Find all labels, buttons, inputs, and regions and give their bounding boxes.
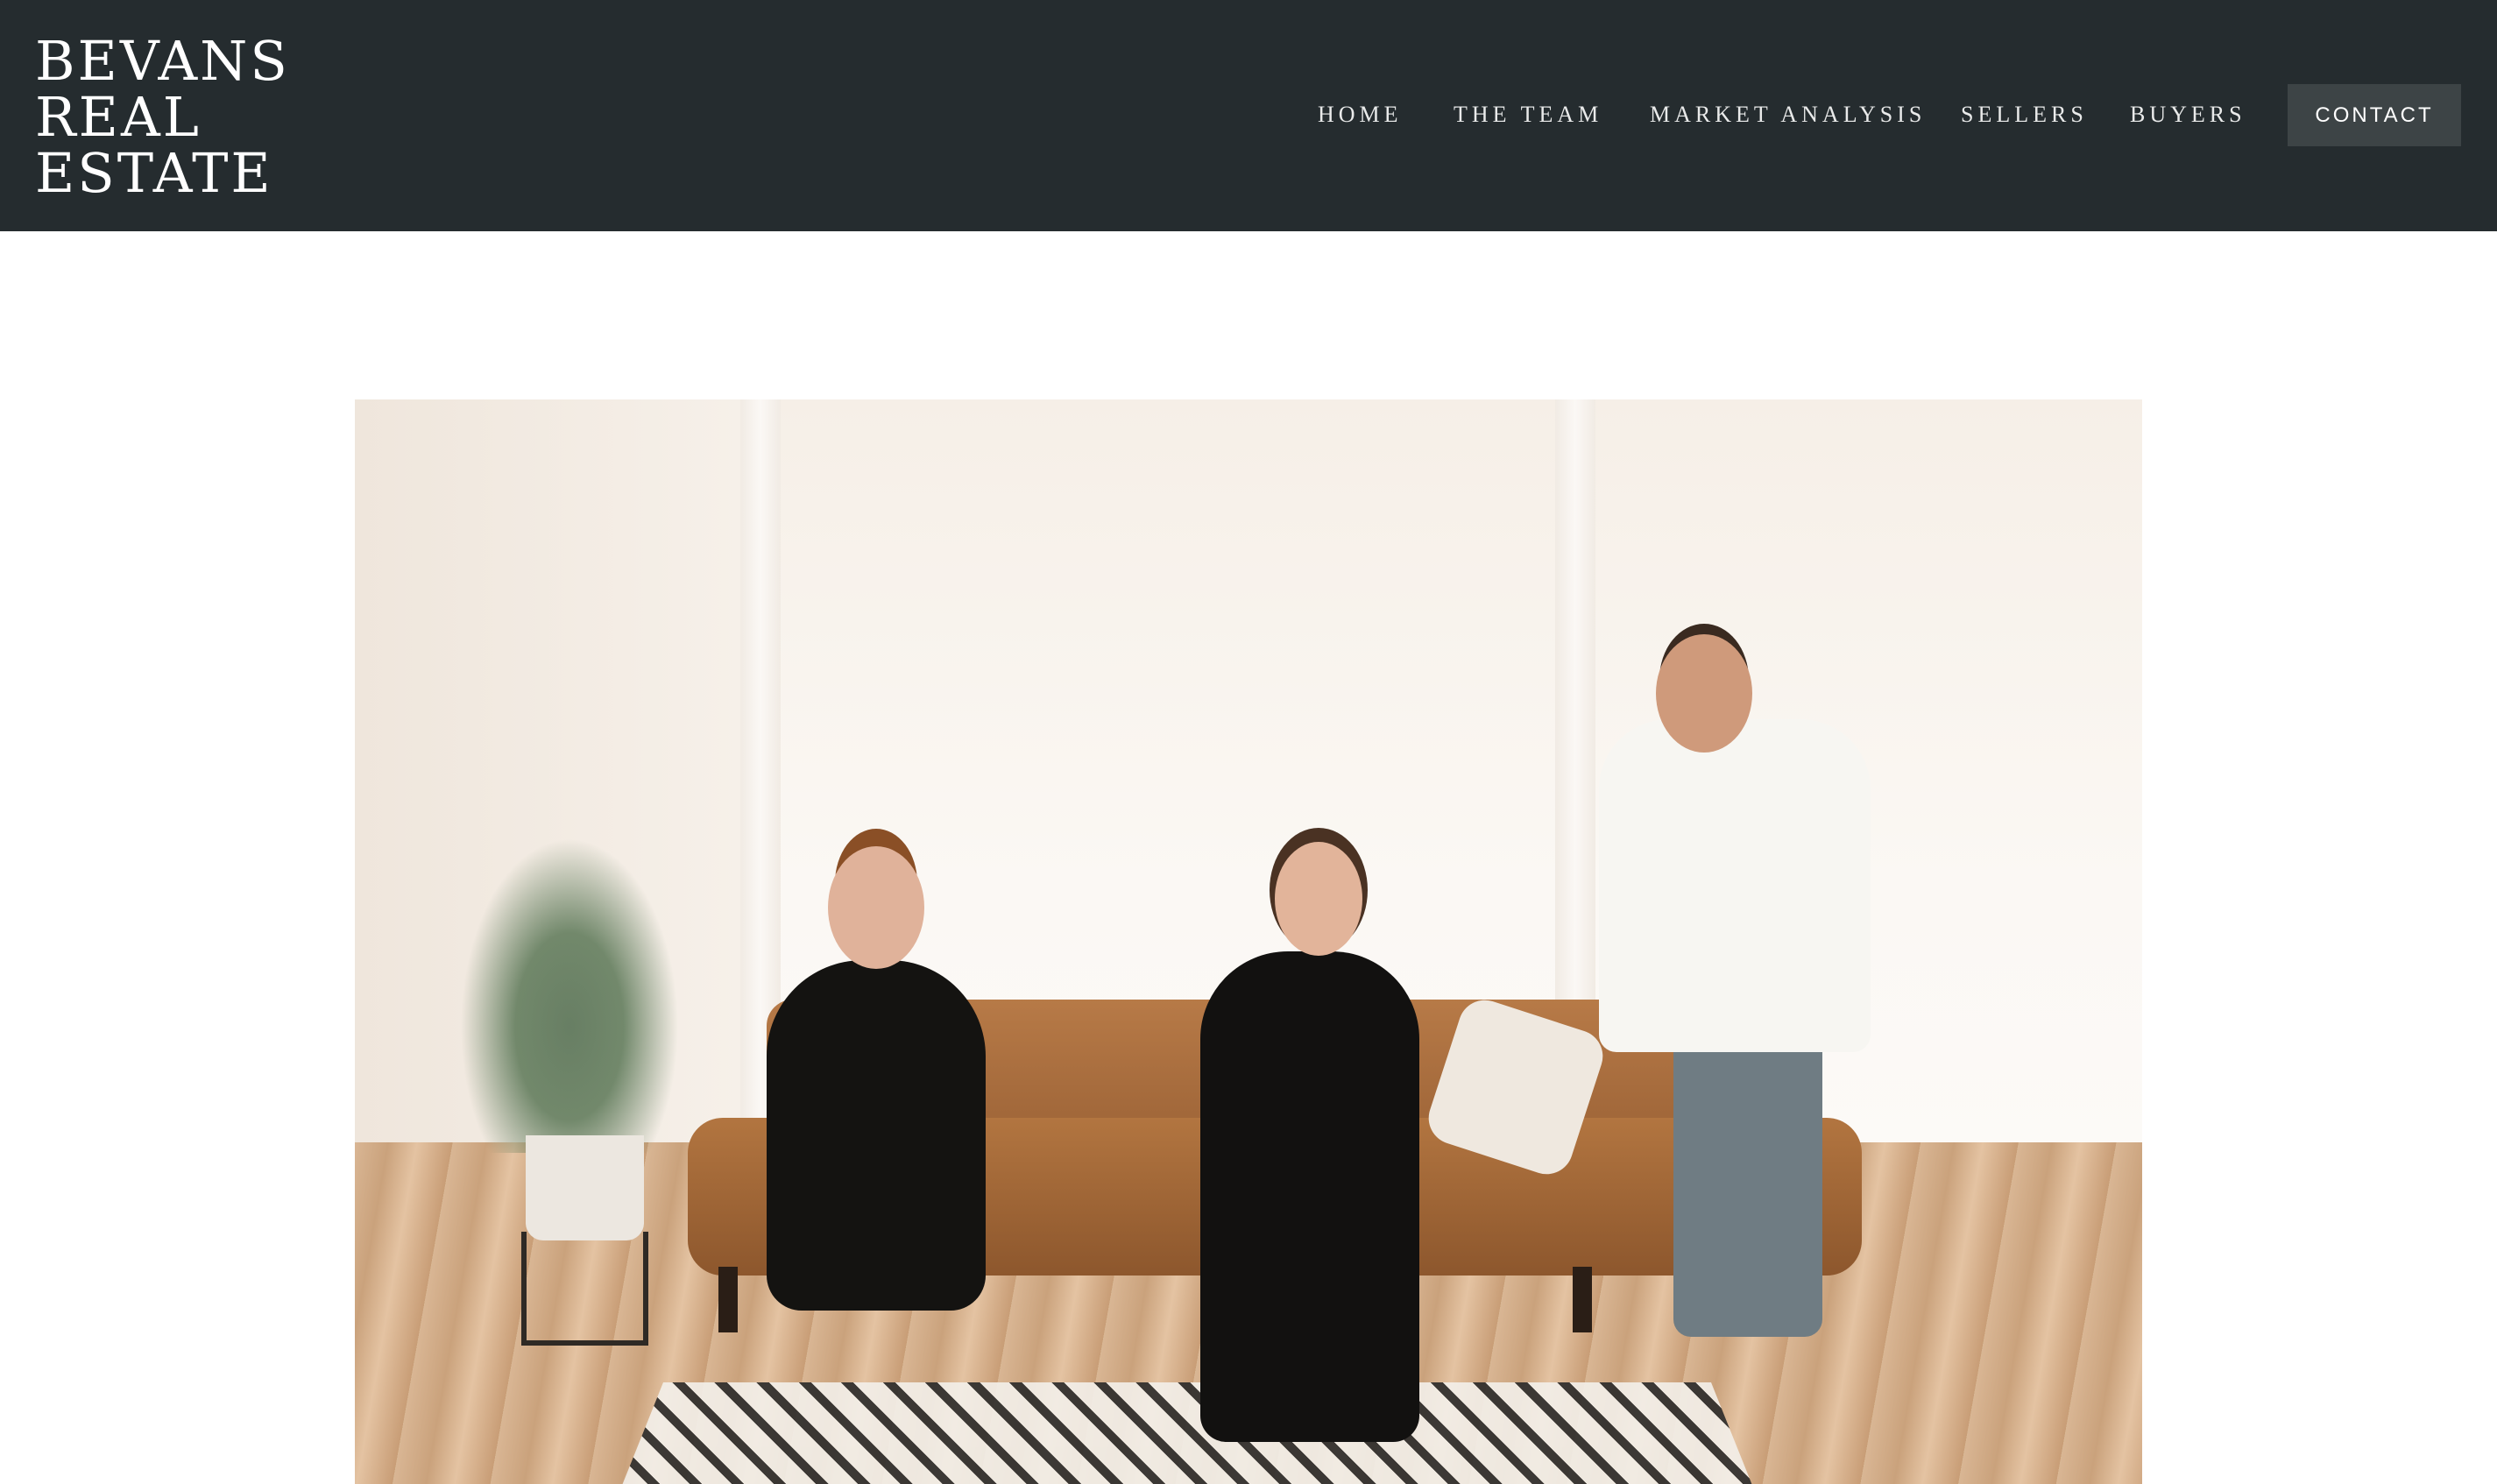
site-header: BEVANS REAL ESTATE HOME THE TEAM MARKET … bbox=[0, 0, 2497, 231]
logo-line-1: BEVANS bbox=[35, 29, 290, 93]
logo-line-2: REAL bbox=[35, 85, 202, 149]
photo-person-center-body bbox=[1200, 951, 1419, 1442]
site-logo[interactable]: BEVANS REAL ESTATE bbox=[35, 33, 290, 201]
photo-person-left-head bbox=[828, 846, 924, 969]
photo-sofa-leg bbox=[718, 1267, 738, 1332]
contact-button[interactable]: CONTACT bbox=[2288, 84, 2461, 146]
photo-sofa-leg bbox=[1573, 1267, 1592, 1332]
hero-team-photo bbox=[355, 399, 2142, 1484]
photo-person-right-shirt bbox=[1599, 719, 1871, 1052]
photo-patterned-rug bbox=[618, 1382, 1757, 1484]
nav-market-analysis[interactable]: MARKET ANALYSIS bbox=[1650, 102, 1926, 128]
photo-person-right-head bbox=[1656, 634, 1752, 753]
photo-olive-plant bbox=[460, 837, 679, 1153]
nav-the-team[interactable]: THE TEAM bbox=[1454, 102, 1602, 128]
photo-person-center-head bbox=[1275, 842, 1362, 956]
nav-sellers[interactable]: SELLERS bbox=[1961, 102, 2088, 128]
nav-home[interactable]: HOME bbox=[1318, 102, 1403, 128]
photo-person-left-body bbox=[767, 960, 986, 1311]
photo-plant-pot bbox=[526, 1135, 644, 1240]
photo-plant-stand bbox=[521, 1232, 648, 1346]
logo-line-3: ESTATE bbox=[35, 141, 273, 205]
nav-buyers[interactable]: BUYERS bbox=[2130, 102, 2246, 128]
